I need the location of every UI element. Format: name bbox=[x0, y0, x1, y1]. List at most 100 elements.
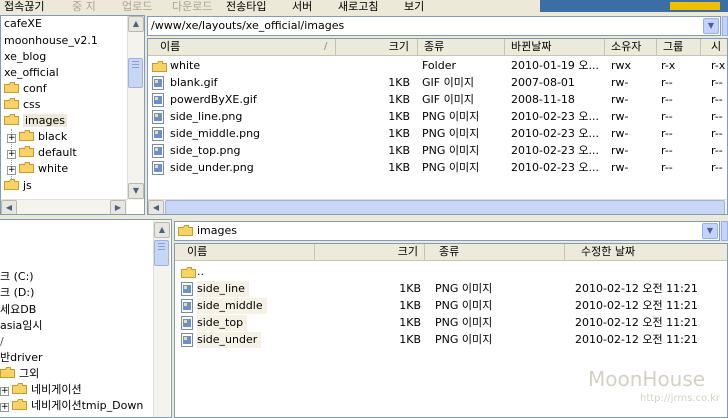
tree-item-navigation-down[interactable]: + 네비게이션tmip_Down bbox=[0, 398, 143, 414]
scroll-thumb[interactable] bbox=[154, 240, 169, 266]
local-path-go-button[interactable] bbox=[721, 221, 728, 241]
folder-icon bbox=[4, 179, 19, 190]
local-file-list[interactable]: 이름 크기 종류 수정한 날짜 .. side_line 1KB PNG 이미지 20… bbox=[174, 243, 728, 418]
table-row[interactable]: side_top 1KB PNG 이미지 2010-02-12 오전 11:21 bbox=[179, 315, 719, 331]
tree-item-drive-c[interactable]: 크 (C:) bbox=[0, 269, 34, 285]
tree-item-css[interactable]: css bbox=[4, 97, 41, 113]
folder-icon bbox=[19, 146, 34, 157]
table-row[interactable]: side_top.png 1KB PNG 이미지 2010-02-23 오... rw-… bbox=[148, 143, 727, 159]
image-file-icon bbox=[152, 144, 165, 158]
folder-open-icon bbox=[178, 225, 193, 239]
table-row[interactable]: side_middle.png 1KB PNG 이미지 2010-02-23 오...… bbox=[148, 126, 727, 142]
col-size[interactable]: 크기 bbox=[336, 39, 418, 55]
menu-server[interactable]: 서버 bbox=[292, 0, 312, 12]
col-type[interactable]: 종류 bbox=[418, 39, 505, 55]
expand-icon[interactable]: + bbox=[7, 166, 16, 175]
expand-icon[interactable]: + bbox=[0, 403, 9, 412]
table-row[interactable]: side_line.png 1KB PNG 이미지 2010-02-23 오... rw… bbox=[148, 109, 727, 125]
tree-item-conf[interactable]: conf bbox=[4, 81, 47, 97]
menu-upload[interactable]: 업로드 bbox=[122, 0, 152, 12]
image-file-icon bbox=[181, 282, 194, 296]
tree-item-xe-blog[interactable]: xe_blog bbox=[4, 49, 46, 65]
col-type[interactable]: 종류 bbox=[425, 244, 565, 260]
list-item-parent[interactable]: .. bbox=[179, 264, 719, 280]
folder-icon bbox=[4, 82, 19, 93]
col-size[interactable]: 크기 bbox=[315, 244, 425, 260]
tree-item-moonhouse[interactable]: moonhouse_v2.1 bbox=[4, 33, 98, 49]
scroll-down-icon[interactable]: ▼ bbox=[128, 183, 144, 199]
expand-icon[interactable]: + bbox=[7, 150, 16, 159]
tree-item-default[interactable]: + default bbox=[7, 145, 77, 161]
remote-folder-tree[interactable]: cafeXE moonhouse_v2.1 xe_blog xe_officia… bbox=[0, 15, 145, 215]
scroll-left-icon[interactable]: ◀ bbox=[1, 200, 17, 214]
image-file-icon bbox=[152, 110, 165, 124]
table-row[interactable]: white Folder 2010-01-19 오... rwx r-x r-x bbox=[148, 58, 727, 75]
table-row[interactable]: powerdByXE.gif 1KB GIF 이미지 2008-11-18 rw-r--… bbox=[148, 92, 727, 108]
col-name[interactable]: 이름 bbox=[175, 244, 315, 260]
watermark-title: MoonHouse bbox=[588, 367, 706, 391]
tree-item-drive-d[interactable]: 크 (D:) bbox=[0, 285, 34, 301]
expand-icon[interactable]: + bbox=[0, 387, 9, 396]
remote-path-go-button[interactable] bbox=[722, 16, 728, 36]
table-row[interactable]: side_under 1KB PNG 이미지 2010-02-12 오전 11:21 bbox=[179, 332, 719, 348]
expand-icon[interactable]: + bbox=[7, 134, 16, 143]
tree-item-images[interactable]: images bbox=[4, 113, 67, 129]
local-tree-vertical-scrollbar[interactable]: ▲ bbox=[153, 220, 170, 417]
tree-item-js[interactable]: js bbox=[4, 178, 32, 194]
sort-indicator-icon: / bbox=[324, 41, 328, 52]
col-modified[interactable]: 바뀐날짜 bbox=[505, 39, 605, 55]
remote-path-combo[interactable]: /www/xe/layouts/xe_official/images ▼ bbox=[147, 16, 721, 36]
image-file-icon bbox=[181, 333, 194, 347]
local-path-combo[interactable]: images ▼ bbox=[174, 221, 720, 241]
tree-connector-slash: / bbox=[0, 335, 4, 348]
tree-item-xe-official[interactable]: xe_official bbox=[4, 65, 59, 81]
menu-view[interactable]: 보기 bbox=[404, 0, 424, 12]
tree-item-cafexe[interactable]: cafeXE bbox=[4, 16, 42, 32]
menu-disconnect[interactable]: 접속끊기 bbox=[4, 0, 44, 12]
col-name[interactable]: 이름 bbox=[148, 39, 336, 55]
menu-download[interactable]: 다운로드 bbox=[172, 0, 212, 12]
image-file-icon bbox=[152, 127, 165, 141]
tree-item-white[interactable]: + white bbox=[7, 161, 68, 177]
table-row[interactable]: blank.gif 1KB GIF 이미지 2007-08-01 rw-r-- r-- bbox=[148, 75, 727, 91]
remote-list-header: 이름 / 크기 종류 바뀐날짜 소유자 그룹 시 bbox=[148, 39, 727, 56]
scroll-right-icon[interactable]: ▶ bbox=[110, 200, 126, 214]
col-permission[interactable]: 시 bbox=[701, 39, 727, 55]
local-folder-tree[interactable]: 크 (C:) 크 (D:) 세요DB asia임시 / 반driver 그외 +… bbox=[0, 219, 172, 418]
remote-file-list[interactable]: 이름 / 크기 종류 바뀐날짜 소유자 그룹 시 white Folder 2010… bbox=[147, 38, 728, 215]
folder-icon bbox=[19, 162, 34, 173]
folder-icon bbox=[152, 61, 167, 75]
table-row[interactable]: side_under.png 1KB PNG 이미지 2010-02-23 오... r… bbox=[148, 160, 727, 176]
col-modified[interactable]: 수정한 날짜 bbox=[565, 244, 727, 260]
tree-item-etc[interactable]: 그외 bbox=[0, 366, 39, 382]
scroll-up-icon[interactable]: ▲ bbox=[128, 16, 144, 32]
tree-horizontal-scrollbar[interactable]: ◀ ▶ bbox=[1, 199, 127, 214]
scroll-thumb[interactable] bbox=[165, 200, 725, 214]
tree-item-asia-temp[interactable]: asia임시 bbox=[0, 318, 43, 334]
taskbar-fragment bbox=[540, 0, 728, 12]
folder-open-icon bbox=[4, 114, 19, 125]
menu-transfer-type[interactable]: 전송타입 bbox=[226, 0, 266, 12]
table-row[interactable]: side_middle 1KB PNG 이미지 2010-02-12 오전 11:21 bbox=[179, 298, 719, 314]
scroll-up-icon[interactable]: ▲ bbox=[154, 222, 170, 238]
menu-stop[interactable]: 중 지 bbox=[72, 0, 96, 12]
tree-item-black[interactable]: + black bbox=[7, 129, 67, 145]
tree-item-navigation[interactable]: + 네비게이션 bbox=[0, 382, 82, 398]
chevron-down-icon[interactable]: ▼ bbox=[703, 18, 719, 34]
col-group[interactable]: 그룹 bbox=[657, 39, 701, 55]
tree-vertical-scrollbar[interactable]: ▲ ▼ bbox=[127, 16, 144, 200]
scroll-left-icon[interactable]: ◀ bbox=[148, 200, 164, 214]
tree-item-driver[interactable]: 반driver bbox=[0, 350, 42, 366]
table-row[interactable]: side_line 1KB PNG 이미지 2010-02-12 오전 11:21 bbox=[179, 281, 719, 297]
folder-icon bbox=[4, 98, 19, 109]
chevron-down-icon[interactable]: ▼ bbox=[702, 223, 718, 239]
remote-list-horizontal-scrollbar[interactable]: ◀ bbox=[148, 199, 727, 214]
col-owner[interactable]: 소유자 bbox=[605, 39, 657, 55]
tree-item-db[interactable]: 세요DB bbox=[0, 302, 36, 318]
scroll-thumb[interactable] bbox=[128, 58, 143, 88]
menu-refresh[interactable]: 새로고침 bbox=[338, 0, 378, 12]
watermark-url: http://jrms.co.kr bbox=[640, 393, 720, 404]
folder-icon bbox=[12, 383, 27, 394]
local-path-text: images bbox=[197, 224, 237, 237]
image-file-icon bbox=[152, 93, 165, 107]
